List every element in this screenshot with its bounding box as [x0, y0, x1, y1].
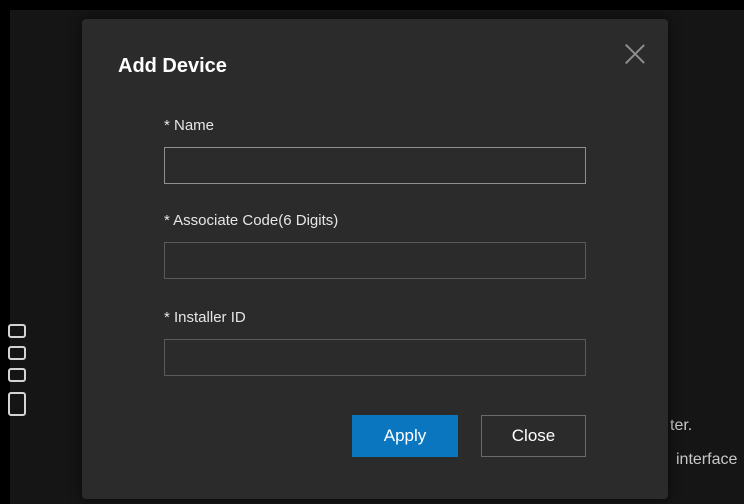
screen: ter. interface Add Device * Name * Assoc…	[0, 0, 744, 504]
installer-id-label: * Installer ID	[164, 309, 246, 326]
background-menu-icon	[8, 346, 26, 360]
name-label: * Name	[164, 117, 215, 134]
dialog-title: Add Device	[118, 55, 227, 77]
close-button[interactable]: Close	[481, 415, 586, 457]
background-text: interface	[676, 451, 738, 468]
apply-button[interactable]: Apply	[352, 415, 458, 457]
add-device-dialog: Add Device * Name * Associate Code(6 Dig…	[82, 19, 668, 499]
background-menu-icon	[8, 324, 26, 338]
name-input[interactable]	[164, 147, 586, 184]
associate-code-label: * Associate Code(6 Digits)	[164, 212, 339, 229]
installer-id-input[interactable]	[164, 339, 586, 376]
close-icon[interactable]	[622, 41, 648, 67]
background-menu-icon	[8, 368, 26, 382]
background-text: ter.	[670, 417, 693, 434]
associate-code-input[interactable]	[164, 242, 586, 279]
background-menu-icon	[8, 392, 26, 416]
